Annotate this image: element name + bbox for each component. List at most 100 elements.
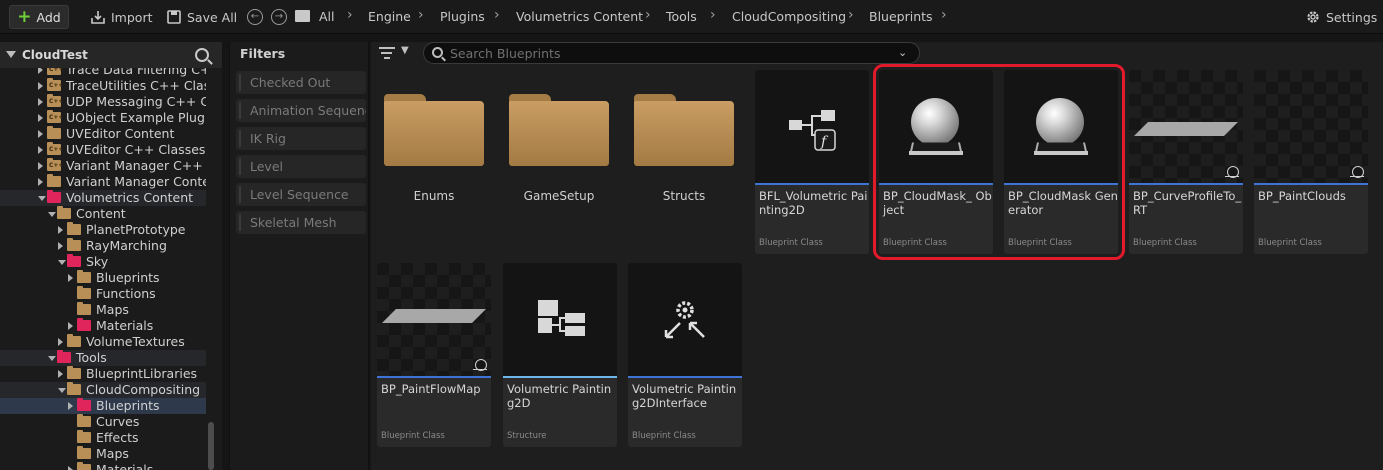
tree-item[interactable]: Maps — [0, 446, 206, 462]
back-arrow-icon[interactable]: ← — [247, 9, 263, 25]
collapse-arrow-icon[interactable] — [58, 260, 66, 265]
tree-item[interactable]: C++UDP Messaging C++ Classes — [0, 94, 206, 110]
folder-icon[interactable] — [295, 10, 310, 22]
tree-item[interactable]: Materials — [0, 462, 206, 470]
asset-tile-bp-paintclouds[interactable]: BP_PaintClouds Blueprint Class — [1254, 70, 1368, 254]
folder-tile-enums[interactable]: Enums — [377, 70, 491, 254]
tree-item[interactable]: VolumeTextures — [0, 334, 206, 350]
breadcrumb-volumetrics-content[interactable]: Volumetrics Content — [516, 9, 643, 24]
asset-tile-volumetric-painting2d-interface[interactable]: Volumetric Painting2DInterface Blueprint… — [628, 263, 742, 447]
breadcrumb-plugins[interactable]: Plugins — [440, 9, 485, 24]
filter-animation-sequence[interactable]: Animation Sequence — [236, 99, 366, 122]
tree-item[interactable]: PlanetPrototype — [0, 222, 206, 238]
tree-item[interactable]: Sky — [0, 254, 206, 270]
tree-item[interactable]: Functions — [0, 286, 206, 302]
collapse-arrow-icon[interactable] — [48, 212, 56, 217]
expand-arrow-icon[interactable] — [38, 178, 43, 186]
filter-ik-rig[interactable]: IK Rig — [236, 127, 366, 150]
tree-item[interactable]: Materials — [0, 318, 206, 334]
tree-item-label: Effects — [96, 430, 139, 445]
breadcrumb-chevron-icon[interactable]: › — [494, 7, 500, 23]
tree-item[interactable]: Curves — [0, 414, 206, 430]
tree-item[interactable]: C++ UVEditor C++ Classes — [0, 142, 206, 158]
camera-icon — [1350, 166, 1364, 178]
tree-item[interactable]: Blueprints — [0, 270, 206, 286]
expand-arrow-icon[interactable] — [58, 226, 63, 234]
expand-arrow-icon[interactable] — [38, 114, 43, 122]
collapse-arrow-icon[interactable] — [58, 388, 66, 393]
asset-tile-bfl-volumetric-painting2d[interactable]: f BFL_Volumetric Painting2D Blueprint Cl… — [755, 70, 869, 254]
breadcrumb-blueprints[interactable]: Blueprints — [869, 9, 933, 24]
asset-name: BP_PaintClouds — [1258, 189, 1346, 203]
expand-arrow-icon[interactable] — [38, 146, 43, 154]
tree-item[interactable]: Effects — [0, 430, 206, 446]
breadcrumb-cloudcompositing[interactable]: CloudCompositing — [732, 9, 846, 24]
expand-arrow-icon[interactable] — [68, 274, 73, 282]
breadcrumb-chevron-icon[interactable]: › — [418, 7, 424, 23]
chevron-down-icon[interactable]: ⌄ — [898, 46, 907, 59]
expand-arrow-icon[interactable] — [38, 82, 43, 90]
tree-item[interactable]: C++ UObject Example Plugin — [0, 110, 206, 126]
breadcrumb-chevron-icon[interactable]: › — [645, 7, 651, 23]
collapse-arrow-icon[interactable] — [38, 196, 46, 201]
tree-item[interactable]: Blueprints — [0, 398, 206, 414]
asset-tile-volumetric-painting2d-struct[interactable]: Volumetric Painting2D Structure — [503, 263, 617, 447]
tree-item[interactable]: RayMarching — [0, 238, 206, 254]
folder-tile-structs[interactable]: Structs — [627, 70, 741, 254]
breadcrumb-all[interactable]: All — [319, 9, 335, 24]
filter-icon[interactable] — [379, 46, 395, 60]
folder-name: GameSetup — [523, 189, 595, 203]
expand-arrow-icon[interactable] — [38, 68, 43, 74]
tree-item[interactable]: Variant Manager Content — [0, 174, 206, 190]
filter-skeletal-mesh[interactable]: Skeletal Mesh — [236, 211, 366, 234]
search-box[interactable]: ⌄ — [423, 42, 920, 64]
tree-item[interactable]: UVEditor Content — [0, 126, 206, 142]
search-row: ▼ ⌄ — [371, 42, 1383, 64]
expand-arrow-icon[interactable] — [38, 162, 43, 170]
plane-preview-icon — [382, 309, 486, 323]
breadcrumb-chevron-icon[interactable]: › — [347, 7, 353, 23]
asset-tile-bp-curveprofileto-rt[interactable]: BP_CurveProfileTo_ RT Blueprint Class — [1129, 70, 1243, 254]
tree-item[interactable]: Volumetrics Content — [0, 190, 206, 206]
search-input[interactable] — [450, 45, 890, 61]
breadcrumb-chevron-icon[interactable]: › — [710, 7, 716, 23]
import-button[interactable]: Import — [90, 5, 153, 29]
tree-item[interactable]: Content — [0, 206, 206, 222]
expand-arrow-icon[interactable] — [68, 322, 73, 330]
tree-item[interactable]: BlueprintLibraries — [0, 366, 206, 382]
filter-level-sequence[interactable]: Level Sequence — [236, 183, 366, 206]
breadcrumb-tools[interactable]: Tools — [666, 9, 697, 24]
asset-tile-bp-paintflowmap[interactable]: BP_PaintFlowMap Blueprint Class — [377, 263, 491, 447]
tree-header[interactable]: CloudTest — [0, 42, 222, 68]
tree-item[interactable]: C++Variant Manager C++ Classes — [0, 158, 206, 174]
collapse-arrow-icon[interactable] — [6, 51, 16, 58]
breadcrumb-engine[interactable]: Engine — [368, 9, 411, 24]
expand-arrow-icon[interactable] — [58, 338, 63, 346]
expand-arrow-icon[interactable] — [38, 130, 43, 138]
tree-item[interactable]: CloudCompositing — [0, 382, 206, 398]
tree-item-label: VolumeTextures — [86, 334, 185, 349]
settings-button[interactable]: Settings — [1305, 5, 1377, 29]
save-all-button[interactable]: Save All — [166, 5, 237, 29]
expand-arrow-icon[interactable] — [58, 242, 63, 250]
tree-item[interactable]: C++TraceUtilities C++ Classes — [0, 78, 206, 94]
breadcrumb-chevron-icon[interactable]: › — [941, 7, 947, 23]
add-button[interactable]: + Add — [9, 5, 69, 29]
filter-level[interactable]: Level — [236, 155, 366, 178]
chevron-down-icon[interactable]: ▼ — [401, 45, 409, 56]
filter-checked-out[interactable]: Checked Out — [236, 71, 366, 94]
expand-arrow-icon[interactable] — [38, 98, 43, 106]
tree-item[interactable]: C++ Trace Data Filtering C++ — [0, 68, 206, 78]
forward-arrow-icon[interactable]: → — [271, 9, 287, 25]
expand-arrow-icon[interactable] — [68, 402, 73, 410]
folder-tile-gamesetup[interactable]: GameSetup — [502, 70, 616, 254]
tree-scrollbar[interactable] — [208, 422, 214, 470]
folder-icon — [634, 94, 734, 166]
tree-item[interactable]: Maps — [0, 302, 206, 318]
tree-item[interactable]: Tools — [0, 350, 206, 366]
breadcrumb-chevron-icon[interactable]: › — [848, 7, 854, 23]
search-icon[interactable] — [195, 48, 209, 62]
collapse-arrow-icon[interactable] — [48, 356, 56, 361]
expand-arrow-icon[interactable] — [58, 370, 63, 378]
expand-arrow-icon[interactable] — [68, 466, 73, 470]
